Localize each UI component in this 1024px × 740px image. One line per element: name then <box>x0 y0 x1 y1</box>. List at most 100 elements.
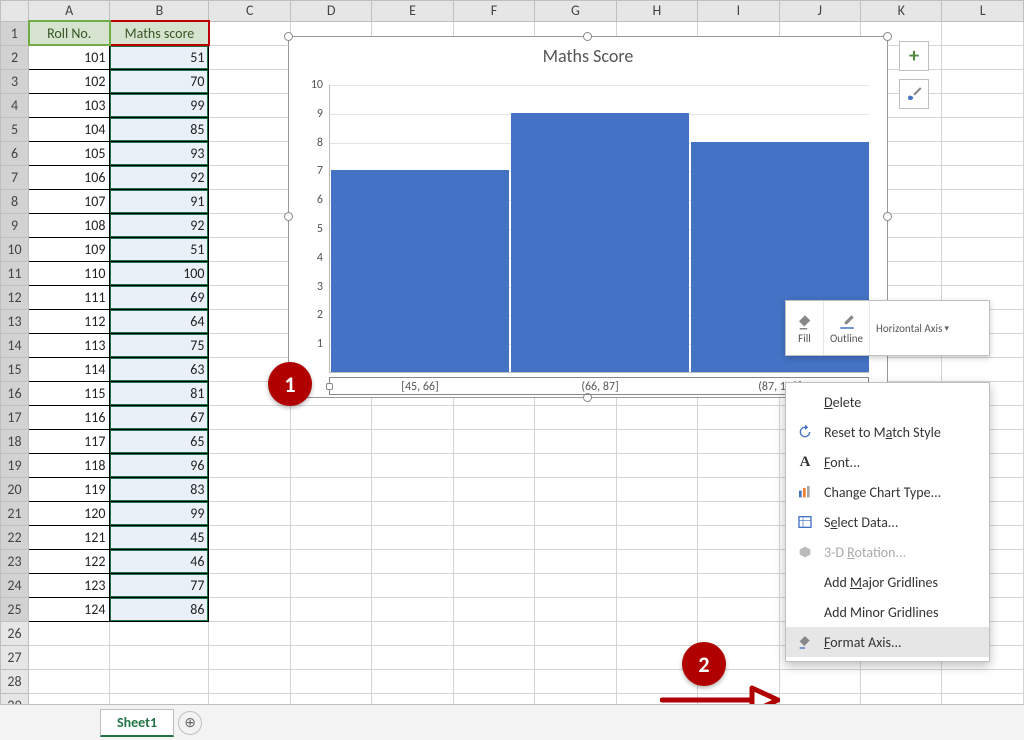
row-header[interactable]: 25 <box>1 597 29 621</box>
column-header[interactable]: K <box>860 1 941 22</box>
cell[interactable]: 120 <box>29 501 110 525</box>
cell[interactable] <box>290 453 371 477</box>
cell[interactable] <box>942 213 1024 237</box>
cell[interactable]: 65 <box>110 429 209 453</box>
cell[interactable] <box>535 477 616 501</box>
cell[interactable]: 100 <box>110 261 209 285</box>
chart-title[interactable]: Maths Score <box>289 45 887 67</box>
cell[interactable] <box>453 669 534 693</box>
cell[interactable] <box>616 621 697 645</box>
cell[interactable] <box>209 93 290 117</box>
cell[interactable]: 51 <box>110 45 209 69</box>
column-header[interactable]: H <box>616 1 697 22</box>
cell[interactable] <box>209 237 290 261</box>
cell[interactable]: 106 <box>29 165 110 189</box>
sheet-tab[interactable]: Sheet1 <box>100 709 174 737</box>
column-header[interactable]: J <box>779 1 860 22</box>
cell[interactable] <box>29 669 110 693</box>
cell[interactable] <box>209 261 290 285</box>
cell[interactable] <box>453 573 534 597</box>
cell[interactable] <box>535 549 616 573</box>
cell[interactable] <box>372 477 453 501</box>
cell[interactable] <box>535 429 616 453</box>
cell[interactable] <box>209 213 290 237</box>
outline-dropdown[interactable]: Outline <box>824 301 870 355</box>
cell[interactable] <box>535 669 616 693</box>
cell[interactable] <box>209 429 290 453</box>
cell[interactable]: 67 <box>110 405 209 429</box>
cell[interactable] <box>942 141 1024 165</box>
cell[interactable] <box>942 21 1024 45</box>
cell[interactable] <box>209 285 290 309</box>
chart-bar[interactable] <box>331 170 509 372</box>
cell[interactable] <box>209 597 290 621</box>
cell[interactable] <box>698 525 779 549</box>
cell[interactable] <box>616 549 697 573</box>
cell[interactable] <box>942 237 1024 261</box>
cell[interactable]: 93 <box>110 141 209 165</box>
cell[interactable] <box>290 645 371 669</box>
cell[interactable]: Roll No. <box>29 21 110 45</box>
cell[interactable] <box>453 453 534 477</box>
cell[interactable]: 99 <box>110 93 209 117</box>
cell[interactable] <box>209 501 290 525</box>
cell[interactable] <box>942 45 1024 69</box>
cell[interactable] <box>372 429 453 453</box>
cell[interactable] <box>535 525 616 549</box>
cell[interactable] <box>453 501 534 525</box>
cell[interactable]: 45 <box>110 525 209 549</box>
cell[interactable] <box>453 549 534 573</box>
row-header[interactable]: 20 <box>1 477 29 501</box>
cell[interactable] <box>616 405 697 429</box>
row-header[interactable]: 27 <box>1 645 29 669</box>
ctx-format[interactable]: Format Axis... <box>786 627 989 657</box>
row-header[interactable]: 5 <box>1 117 29 141</box>
column-header[interactable]: L <box>942 1 1024 22</box>
cell[interactable] <box>535 405 616 429</box>
cell[interactable]: 102 <box>29 69 110 93</box>
cell[interactable]: 69 <box>110 285 209 309</box>
cell[interactable] <box>616 597 697 621</box>
cell[interactable] <box>372 549 453 573</box>
cell[interactable] <box>290 501 371 525</box>
cell[interactable] <box>372 405 453 429</box>
cell[interactable]: 104 <box>29 117 110 141</box>
row-header[interactable]: 7 <box>1 165 29 189</box>
cell[interactable]: 107 <box>29 189 110 213</box>
cell[interactable] <box>616 453 697 477</box>
cell[interactable] <box>616 501 697 525</box>
cell[interactable]: 103 <box>29 93 110 117</box>
ctx-reset[interactable]: Reset to Match Style <box>786 417 989 447</box>
cell[interactable]: 109 <box>29 237 110 261</box>
select-all-corner[interactable] <box>1 1 29 22</box>
cell[interactable] <box>29 645 110 669</box>
fill-dropdown[interactable]: Fill <box>786 301 824 355</box>
cell[interactable] <box>453 477 534 501</box>
cell[interactable] <box>209 117 290 141</box>
cell[interactable]: 123 <box>29 573 110 597</box>
cell[interactable] <box>372 453 453 477</box>
cell[interactable] <box>942 165 1024 189</box>
cell[interactable]: 81 <box>110 381 209 405</box>
row-header[interactable]: 4 <box>1 93 29 117</box>
row-header[interactable]: 9 <box>1 213 29 237</box>
cell[interactable] <box>290 429 371 453</box>
cell[interactable] <box>290 477 371 501</box>
row-header[interactable]: 12 <box>1 285 29 309</box>
row-header[interactable]: 22 <box>1 525 29 549</box>
row-header[interactable]: 21 <box>1 501 29 525</box>
cell[interactable] <box>942 357 1024 381</box>
cell[interactable]: 110 <box>29 261 110 285</box>
row-header[interactable]: 10 <box>1 237 29 261</box>
cell[interactable] <box>616 573 697 597</box>
cell[interactable]: 75 <box>110 333 209 357</box>
cell[interactable] <box>698 429 779 453</box>
cell[interactable] <box>29 621 110 645</box>
cell[interactable]: 85 <box>110 117 209 141</box>
cell[interactable] <box>209 453 290 477</box>
cell[interactable] <box>535 453 616 477</box>
cell[interactable] <box>372 621 453 645</box>
cell[interactable]: 121 <box>29 525 110 549</box>
chart-bar[interactable] <box>511 113 689 372</box>
cell[interactable]: 124 <box>29 597 110 621</box>
